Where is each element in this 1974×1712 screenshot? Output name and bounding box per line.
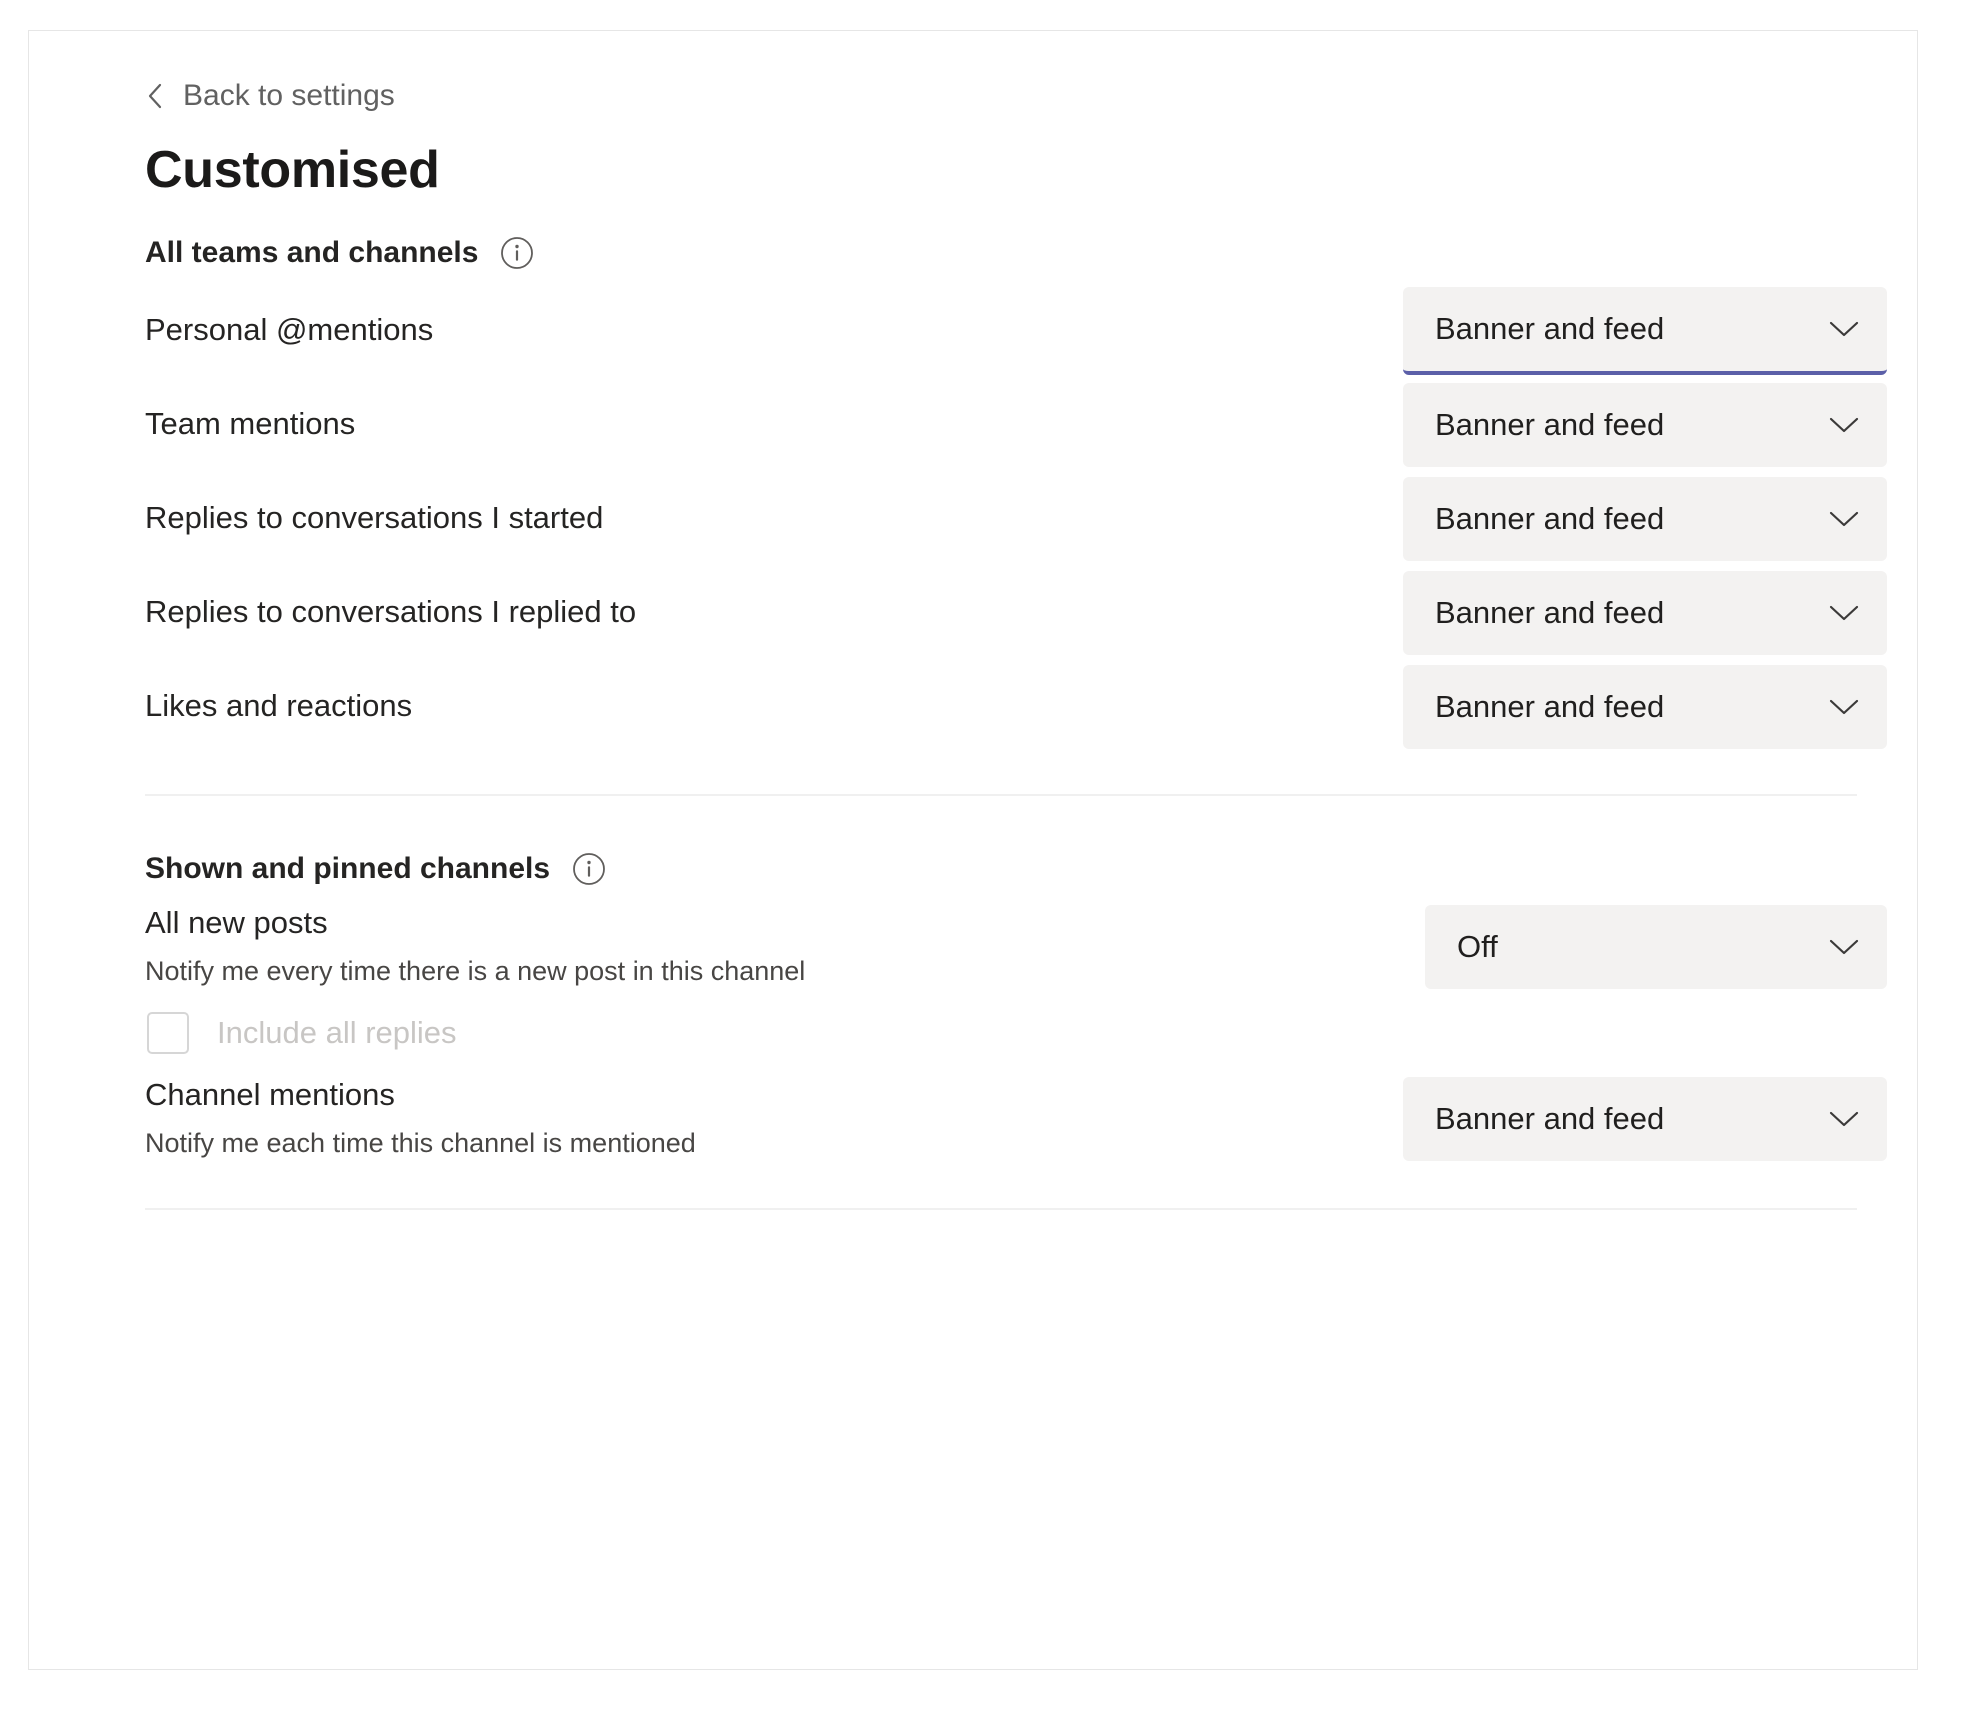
section-title-text: All teams and channels xyxy=(145,235,479,269)
row-control: Banner and feed xyxy=(1403,570,1887,655)
chevron-down-icon xyxy=(1827,414,1861,436)
setting-row-likes-and-reactions: Likes and reactions Banner and feed xyxy=(145,660,1887,754)
setting-description: Notify me every time there is a new post… xyxy=(145,955,806,986)
section-heading-all-teams-and-channels: All teams and channels xyxy=(145,236,1887,270)
row-control: Banner and feed xyxy=(1403,664,1887,749)
setting-row-replies-i-replied-to: Replies to conversations I replied to Ba… xyxy=(145,566,1887,660)
dropdown-value: Banner and feed xyxy=(1435,503,1665,535)
dropdown-value: Banner and feed xyxy=(1435,409,1665,441)
all-teams-and-channels-rows: Personal @mentions Banner and feed Team … xyxy=(145,284,1887,754)
include-all-replies-checkbox[interactable] xyxy=(147,1011,189,1054)
setting-description: Notify me each time this channel is ment… xyxy=(145,1127,696,1158)
row-label-wrap: Team mentions xyxy=(145,405,1403,444)
back-to-settings-label: Back to settings xyxy=(183,79,395,112)
chevron-down-icon xyxy=(1827,602,1861,624)
back-to-settings-link[interactable]: Back to settings xyxy=(141,79,399,113)
section-title-text: Shown and pinned channels xyxy=(145,851,551,885)
info-icon[interactable] xyxy=(500,236,534,270)
chevron-down-icon xyxy=(1827,318,1861,340)
setting-row-personal-mentions: Personal @mentions Banner and feed xyxy=(145,284,1887,378)
section-divider-bottom xyxy=(145,1207,1857,1210)
setting-row-all-new-posts: All new posts Notify me every time there… xyxy=(145,900,1887,994)
chevron-left-icon xyxy=(145,81,165,111)
section-heading-shown-and-pinned-channels: Shown and pinned channels xyxy=(145,852,1887,886)
setting-label: All new posts xyxy=(145,905,328,940)
chevron-down-icon xyxy=(1827,936,1861,958)
dropdown-replies-i-started[interactable]: Banner and feed xyxy=(1403,476,1887,561)
settings-panel: Back to settings Customised All teams an… xyxy=(28,30,1918,1670)
dropdown-value: Off xyxy=(1457,931,1498,963)
settings-content: Back to settings Customised All teams an… xyxy=(145,79,1887,1210)
info-icon[interactable] xyxy=(572,852,606,886)
row-label-wrap: Likes and reactions xyxy=(145,687,1403,726)
row-control: Banner and feed xyxy=(1403,476,1887,561)
shown-and-pinned-channels-rows: All new posts Notify me every time there… xyxy=(145,900,1887,1166)
dropdown-personal-mentions[interactable]: Banner and feed xyxy=(1403,286,1887,375)
page-title: Customised xyxy=(145,141,440,199)
row-label-wrap: Personal @mentions xyxy=(145,311,1403,350)
row-label-wrap: Channel mentions Notify me each time thi… xyxy=(145,1076,1403,1161)
row-control: Off xyxy=(1425,904,1887,989)
dropdown-likes-and-reactions[interactable]: Banner and feed xyxy=(1403,664,1887,749)
row-label-wrap: Replies to conversations I replied to xyxy=(145,593,1403,632)
chevron-down-icon xyxy=(1827,508,1861,530)
row-label-wrap: Replies to conversations I started xyxy=(145,499,1403,538)
row-control: Banner and feed xyxy=(1403,286,1887,375)
dropdown-team-mentions[interactable]: Banner and feed xyxy=(1403,382,1887,467)
setting-label: Channel mentions xyxy=(145,1077,395,1112)
setting-label: Replies to conversations I replied to xyxy=(145,594,637,630)
dropdown-channel-mentions[interactable]: Banner and feed xyxy=(1403,1076,1887,1161)
dropdown-value: Banner and feed xyxy=(1435,1103,1665,1135)
setting-label: Replies to conversations I started xyxy=(145,500,604,536)
row-control: Banner and feed xyxy=(1403,1076,1887,1161)
setting-label: Team mentions xyxy=(145,406,356,442)
dropdown-all-new-posts[interactable]: Off xyxy=(1425,904,1887,989)
dropdown-replies-i-replied-to[interactable]: Banner and feed xyxy=(1403,570,1887,655)
chevron-down-icon xyxy=(1827,1108,1861,1130)
dropdown-value: Banner and feed xyxy=(1435,691,1665,723)
setting-row-team-mentions: Team mentions Banner and feed xyxy=(145,378,1887,472)
row-label-wrap: All new posts Notify me every time there… xyxy=(145,904,1425,989)
checkbox-row-include-all-replies[interactable]: Include all replies xyxy=(145,994,1887,1072)
setting-row-channel-mentions: Channel mentions Notify me each time thi… xyxy=(145,1072,1887,1166)
dropdown-value: Banner and feed xyxy=(1435,597,1665,629)
section-divider xyxy=(145,793,1857,796)
setting-row-replies-i-started: Replies to conversations I started Banne… xyxy=(145,472,1887,566)
row-control: Banner and feed xyxy=(1403,382,1887,467)
setting-label: Likes and reactions xyxy=(145,688,413,724)
dropdown-value: Banner and feed xyxy=(1435,313,1665,345)
include-all-replies-label: Include all replies xyxy=(217,1015,457,1051)
setting-label: Personal @mentions xyxy=(145,312,434,348)
chevron-down-icon xyxy=(1827,696,1861,718)
